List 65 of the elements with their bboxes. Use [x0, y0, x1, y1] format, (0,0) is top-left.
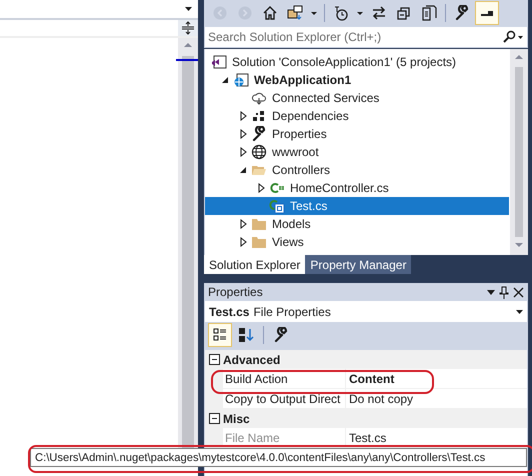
categorized-icon [212, 327, 228, 343]
property-name: Build Action [223, 369, 346, 388]
tab[interactable]: Solution Explorer [204, 255, 306, 274]
collapse-box-icon[interactable] [208, 354, 220, 365]
tree-item[interactable]: Controllers [205, 161, 509, 179]
csharp-file-icon [269, 198, 285, 214]
search-field[interactable]: Search Solution Explorer (Ctrl+;) [204, 26, 528, 48]
category-label: Advanced [223, 352, 280, 366]
tree-item[interactable]: HomeController.cs [205, 179, 509, 197]
swap-arrows-icon[interactable] [371, 5, 387, 21]
caret-icon[interactable] [487, 290, 495, 294]
collapse-icon[interactable] [396, 5, 412, 21]
globe-icon [251, 144, 267, 160]
scrollbar[interactable] [510, 49, 528, 255]
tree-item[interactable]: Test.cs [205, 197, 509, 215]
csharp-icon [269, 180, 285, 196]
preview-toggle-button[interactable] [475, 1, 499, 25]
property-name: File Name [223, 428, 346, 447]
split-button[interactable] [178, 20, 198, 36]
dropdown-caret-icon[interactable] [185, 7, 192, 11]
documents-icon[interactable] [421, 5, 437, 21]
wrench-icon[interactable] [454, 5, 470, 21]
tab[interactable]: Property Manager [305, 255, 412, 274]
category-label: Misc [223, 412, 250, 426]
wrench-icon [251, 126, 267, 142]
solution-icon [211, 54, 227, 70]
tree-item[interactable]: Solution 'ConsoleApplication1' (5 projects) [205, 53, 509, 71]
tree-item[interactable]: Connected Services [205, 89, 509, 107]
cloud-icon [251, 90, 267, 106]
pin-icon[interactable] [499, 286, 509, 298]
collapsed-arrow-icon[interactable] [240, 219, 246, 229]
collapsed-arrow-icon[interactable] [240, 111, 246, 121]
folder-sync-icon[interactable] [287, 5, 303, 21]
globe-project-icon [233, 72, 249, 88]
close-icon[interactable] [513, 286, 524, 298]
home-icon[interactable] [262, 5, 278, 21]
tree-item[interactable]: Dependencies [205, 107, 509, 125]
property-name: Copy to Output Direct [223, 389, 346, 408]
tree-item[interactable]: Views [205, 233, 509, 251]
collapsed-arrow-icon[interactable] [240, 147, 246, 157]
object-name: Test.cs [209, 304, 250, 318]
collapsed-arrow-icon[interactable] [240, 129, 246, 139]
tree-item[interactable]: wwwroot [205, 143, 509, 161]
collapse-box-icon[interactable] [208, 413, 220, 424]
tree-item[interactable]: WebApplication1 [205, 71, 509, 89]
folder-icon [251, 234, 267, 250]
object-type: File Properties [253, 304, 332, 318]
sort-icon [238, 327, 254, 343]
expanded-arrow-icon[interactable] [221, 76, 229, 84]
caret-icon[interactable] [516, 310, 523, 314]
clock-icon[interactable] [333, 5, 349, 21]
property-row[interactable]: Build Action Content [205, 369, 527, 389]
object-selector[interactable]: Test.cs File Properties [205, 301, 527, 322]
collapsed-arrow-icon[interactable] [258, 183, 264, 193]
panel-title: Properties [208, 285, 264, 299]
categorized-button[interactable] [208, 323, 232, 347]
tree-item[interactable]: Properties [205, 125, 509, 143]
property-value[interactable]: Content [346, 369, 394, 388]
tree-item[interactable]: Models [205, 215, 509, 233]
wrench-icon [273, 327, 289, 343]
dependencies-icon [251, 108, 267, 124]
search-icon[interactable] [502, 30, 524, 44]
property-value[interactable]: Do not copy [346, 389, 414, 408]
expanded-arrow-icon[interactable] [239, 166, 247, 174]
collapsed-arrow-icon[interactable] [240, 237, 246, 247]
